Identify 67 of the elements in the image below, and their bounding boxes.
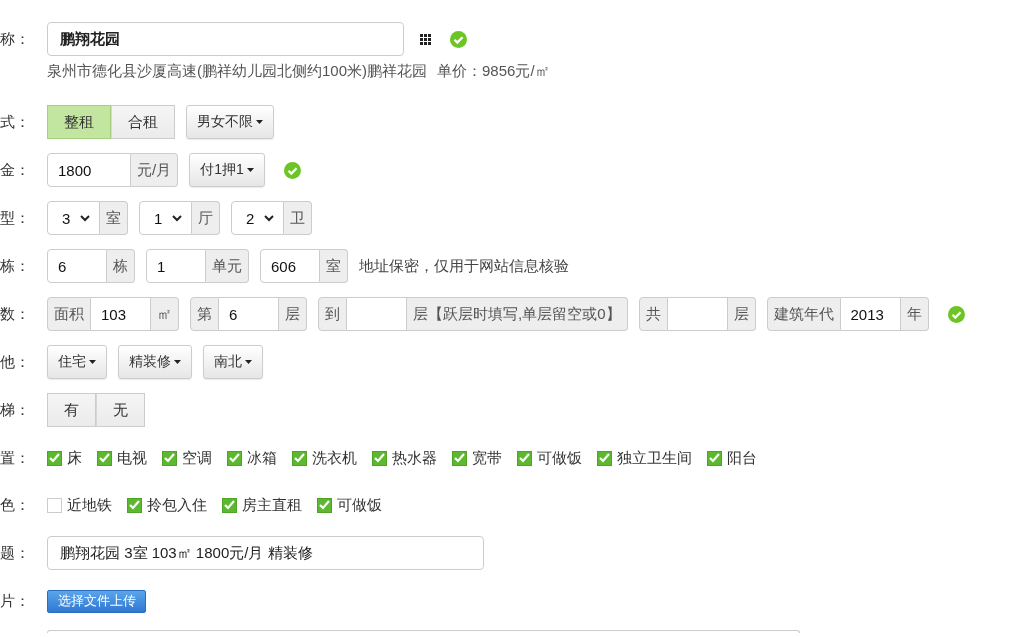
- field-label: 数：: [0, 304, 31, 324]
- dropdown-button[interactable]: 住宅: [47, 345, 107, 379]
- field-label: 片：: [0, 591, 31, 611]
- select-field[interactable]: 2: [231, 201, 284, 235]
- field-label: 栋：: [0, 256, 31, 276]
- name-field[interactable]: 鹏翔花园: [47, 22, 404, 56]
- input-field[interactable]: 1800: [47, 153, 131, 187]
- checkbox-label: 空调: [182, 448, 212, 468]
- unit-label: 栋: [107, 249, 135, 283]
- checkbox-label: 电视: [117, 448, 147, 468]
- input-field[interactable]: 1: [146, 249, 206, 283]
- checkbox-label: 可做饭: [337, 495, 382, 515]
- unit-label: 层【跃层时填写,单层留空或0】: [407, 297, 628, 331]
- title-field[interactable]: 鹏翔花园 3室 103㎡ 1800元/月 精装修: [47, 536, 484, 570]
- field-label: 题：: [0, 543, 31, 563]
- field-label: 置：: [0, 448, 31, 468]
- hint-text: 地址保密，仅用于网站信息核验: [359, 256, 569, 276]
- field-label: 第: [190, 297, 219, 331]
- address-text: 泉州市德化县沙厦高速(鹏祥幼儿园北侧约100米)鹏祥花园: [47, 62, 428, 81]
- checkbox-label: 冰箱: [247, 448, 277, 468]
- dropdown-button[interactable]: 付1押1: [189, 153, 265, 187]
- checkbox-label: 宽带: [472, 448, 502, 468]
- input-field[interactable]: 103: [91, 297, 151, 331]
- field-label: 他：: [0, 352, 31, 372]
- field-label: 式：: [0, 112, 31, 132]
- checkbox-label: 洗衣机: [312, 448, 357, 468]
- field-label: 共: [638, 297, 668, 331]
- unit-label: ㎡: [151, 297, 179, 331]
- unit-label: 厅: [192, 201, 220, 235]
- field-label: 面积: [47, 297, 91, 331]
- checkbox-label: 拎包入住: [147, 495, 207, 515]
- field-label: 到: [318, 297, 347, 331]
- unit-label: 单元: [206, 249, 249, 283]
- field-label: 金：: [0, 160, 31, 180]
- input-field[interactable]: 606: [260, 249, 320, 283]
- checkbox-label: 床: [67, 448, 82, 468]
- toggle-button[interactable]: 整租: [47, 105, 111, 139]
- unit-label: 室: [100, 201, 128, 235]
- input-field[interactable]: 6: [219, 297, 279, 331]
- unit-label: 元/月: [131, 153, 179, 187]
- unit-label: 卫: [284, 201, 312, 235]
- field-label: 称：: [0, 29, 31, 49]
- field-label: 梯：: [0, 400, 31, 420]
- input-field[interactable]: 2013: [840, 297, 901, 331]
- checkbox-label: 可做饭: [537, 448, 582, 468]
- select-field[interactable]: 1: [139, 201, 192, 235]
- checkbox-label: 近地铁: [67, 495, 112, 515]
- dropdown-button[interactable]: 南北: [203, 345, 263, 379]
- field-label: 型：: [0, 208, 31, 228]
- checkbox-label: 热水器: [392, 448, 437, 468]
- unit-label: 室: [320, 249, 348, 283]
- input-field[interactable]: 6: [47, 249, 107, 283]
- unit-label: 层: [727, 297, 756, 331]
- checkbox-label: 独立卫生间: [617, 448, 692, 468]
- toggle-button[interactable]: 有: [47, 393, 96, 427]
- dropdown-button[interactable]: 精装修: [118, 345, 192, 379]
- dropdown-button[interactable]: 男女不限: [186, 105, 274, 139]
- unit-label: 年: [900, 297, 929, 331]
- checkbox-label: 阳台: [727, 448, 757, 468]
- checkbox-label: 房主直租: [242, 495, 302, 515]
- toggle-button[interactable]: 合租: [111, 105, 175, 139]
- unit-label: 层: [279, 297, 307, 331]
- toggle-button[interactable]: 无: [96, 393, 145, 427]
- field-label: 建筑年代: [766, 297, 841, 331]
- select-field[interactable]: 3: [47, 201, 100, 235]
- field-label: 色：: [0, 495, 31, 515]
- address-text: 单价：9856元/㎡: [437, 62, 550, 81]
